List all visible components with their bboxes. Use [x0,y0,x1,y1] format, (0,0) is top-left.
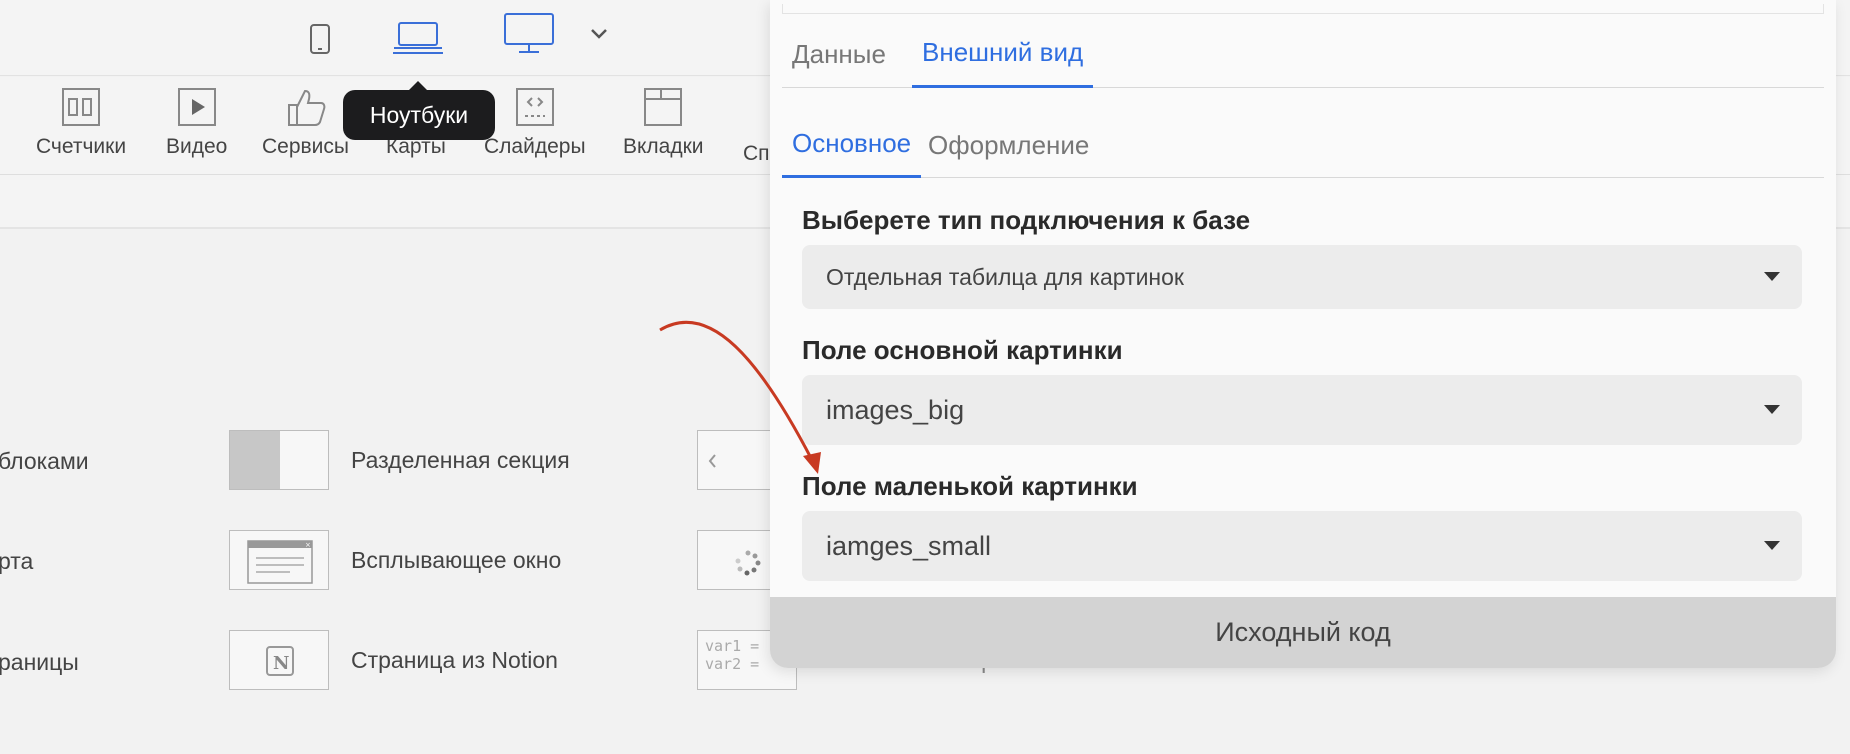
main-tabs: Данные Внешний вид [782,20,1824,88]
settings-panel: Данные Внешний вид Основное Оформление В… [770,0,1836,668]
svg-text:N: N [273,653,289,674]
block-split-section[interactable]: Разделенная секция [229,430,570,490]
counter-icon [62,88,101,126]
notion-thumbnail: N [229,630,329,690]
block-label-cutoff-3[interactable]: раницы [0,649,79,676]
chevron-down-icon [1764,541,1780,550]
split-section-thumbnail [229,430,329,490]
main-image-field-value: images_big [826,394,965,425]
small-image-field-value: iamges_small [826,530,992,561]
chevron-down-icon [1764,272,1780,281]
source-code-button[interactable]: Исходный код [770,597,1836,668]
tab-data[interactable]: Данные [782,20,896,88]
svg-text:×: × [305,541,311,549]
connection-type-value: Отдельная табилца для картинок [826,263,1184,290]
block-popup-window-label: Всплывающее окно [351,546,562,573]
phone-icon[interactable] [309,24,331,54]
popup-window-thumbnail: × [229,530,329,590]
toolbar-item-cutoff-right[interactable]: Сп [743,142,770,166]
main-image-field-label: Поле основной картинки [802,335,1123,365]
block-label-cutoff-1[interactable]: блоками [0,448,89,475]
toolbar-item-counters[interactable]: Счетчики [36,87,126,159]
tabs-icon [644,88,683,126]
small-image-field-select[interactable]: iamges_small [802,511,1802,581]
thumbs-up-icon [287,89,325,126]
toolbar-item-services[interactable]: Сервисы [262,87,349,159]
active-device-indicator [393,52,443,54]
subtab-basic[interactable]: Основное [782,112,922,178]
connection-type-label: Выберете тип подключения к базе [802,205,1251,235]
laptop-icon[interactable] [393,20,443,50]
video-icon [177,88,216,126]
subtab-design[interactable]: Оформление [918,112,1099,178]
block-split-section-label: Разделенная секция [351,446,570,473]
toolbar-item-tabs[interactable]: Вкладки [623,87,704,159]
block-notion-page-label: Страница из Notion [351,646,558,673]
toolbar-item-video[interactable]: Видео [166,87,227,159]
chevron-down-icon [1764,405,1780,414]
slider-icon [515,88,554,126]
tab-appearance[interactable]: Внешний вид [912,20,1094,88]
main-image-field-select[interactable]: images_big [802,375,1802,445]
connection-type-select[interactable]: Отдельная табилца для картинок [802,245,1802,309]
small-image-field-label: Поле маленькой картинки [802,471,1138,501]
desktop-icon[interactable] [503,12,555,54]
toolbar-item-sliders[interactable]: Слайдеры [484,87,586,159]
device-tooltip: Ноутбуки [343,81,495,140]
block-label-cutoff-2[interactable]: рта [0,548,33,575]
chevron-down-icon[interactable] [590,28,608,40]
block-notion-page[interactable]: N Страница из Notion [229,630,558,690]
panel-top-edge [782,4,1824,14]
block-popup-window[interactable]: × Всплывающее окно [229,530,561,590]
sub-tabs: Основное Оформление [782,112,1824,178]
